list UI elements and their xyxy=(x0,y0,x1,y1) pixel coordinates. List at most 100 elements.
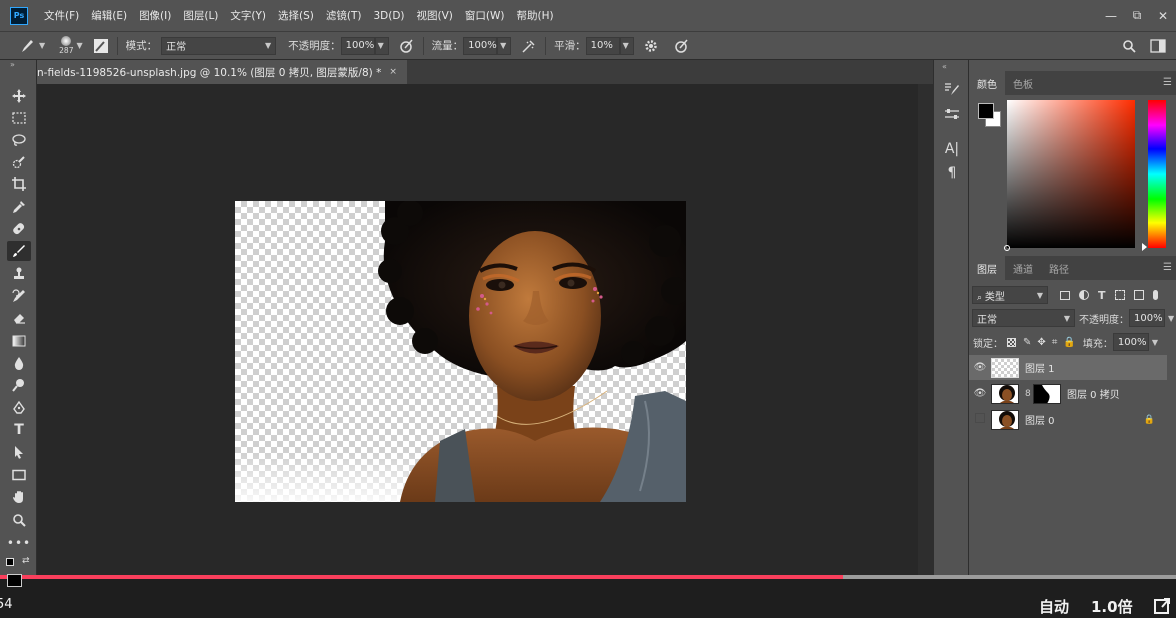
tab-color[interactable]: 颜色 xyxy=(969,71,1005,95)
path-selection-tool-icon[interactable] xyxy=(7,442,31,462)
filter-smart-object-icon[interactable] xyxy=(1133,290,1144,300)
smoothing-input[interactable]: 10% xyxy=(585,36,620,55)
eraser-tool-icon[interactable] xyxy=(7,308,31,328)
eye-icon[interactable]: 👁 xyxy=(969,362,991,373)
menu-select[interactable]: 选择(S) xyxy=(272,8,320,23)
gradient-tool-icon[interactable] xyxy=(7,331,31,351)
rectangle-tool-icon[interactable] xyxy=(7,465,31,485)
hue-slider[interactable] xyxy=(1148,100,1166,248)
smoothing-dropdown[interactable]: ▼ xyxy=(619,36,634,55)
eyedropper-tool-icon[interactable] xyxy=(7,197,31,217)
menu-window[interactable]: 窗口(W) xyxy=(459,8,511,23)
flow-input[interactable]: 100% xyxy=(463,36,498,55)
flow-dropdown[interactable]: ▼ xyxy=(497,36,512,55)
filter-toggle-icon[interactable] xyxy=(1152,290,1158,300)
close-tab-icon[interactable]: × xyxy=(389,67,397,77)
layer-opacity-input[interactable]: 100% xyxy=(1129,309,1165,327)
toolbar-collapse-icon[interactable]: » xyxy=(10,60,15,69)
menu-file[interactable]: 文件(F) xyxy=(38,8,85,23)
dodge-tool-icon[interactable] xyxy=(7,375,31,395)
filter-pixel-icon[interactable] xyxy=(1060,290,1070,300)
close-button[interactable]: ✕ xyxy=(1150,9,1176,23)
document-canvas[interactable] xyxy=(235,201,686,502)
strip-collapse-icon[interactable]: « xyxy=(942,62,947,71)
panel-menu-icon[interactable]: ☰ xyxy=(1163,77,1172,88)
quick-selection-tool-icon[interactable] xyxy=(7,152,31,172)
history-panel-icon[interactable] xyxy=(943,80,961,98)
speed-button[interactable]: 1.0倍 xyxy=(1091,596,1133,617)
lock-artboard-icon[interactable]: ⌗ xyxy=(1052,337,1058,348)
adjustments-panel-icon[interactable] xyxy=(943,105,961,123)
layer-mask-thumbnail[interactable] xyxy=(1033,383,1061,404)
gear-icon[interactable] xyxy=(644,39,658,53)
menu-layer[interactable]: 图层(L) xyxy=(177,8,224,23)
type-tool-icon[interactable]: T xyxy=(7,420,31,440)
crop-tool-icon[interactable] xyxy=(7,174,31,194)
history-brush-tool-icon[interactable] xyxy=(7,286,31,306)
menu-view[interactable]: 视图(V) xyxy=(411,8,459,23)
quality-button[interactable]: 自动 xyxy=(1039,596,1069,617)
document-tab[interactable]: n-fields-1198526-unsplash.jpg @ 10.1% (图… xyxy=(37,60,407,84)
filter-shape-icon[interactable] xyxy=(1114,290,1125,300)
eye-icon[interactable]: 👁 xyxy=(969,388,991,399)
foreground-color-swatch[interactable] xyxy=(978,103,994,119)
canvas-area[interactable] xyxy=(37,84,918,575)
minimize-button[interactable]: — xyxy=(1098,9,1124,23)
menu-image[interactable]: 图像(I) xyxy=(133,8,177,23)
lasso-tool-icon[interactable] xyxy=(7,130,31,150)
menu-help[interactable]: 帮助(H) xyxy=(511,8,560,23)
vertical-scrollbar[interactable] xyxy=(918,84,933,575)
default-colors-icon[interactable] xyxy=(6,558,14,566)
foreground-color-swatch[interactable] xyxy=(7,574,22,587)
layer-name[interactable]: 图层 1 xyxy=(1025,360,1055,375)
tab-swatches[interactable]: 色板 xyxy=(1005,71,1041,95)
zoom-tool-icon[interactable] xyxy=(7,510,31,530)
lock-transparency-icon[interactable] xyxy=(1007,337,1016,347)
visibility-toggle[interactable] xyxy=(969,413,991,426)
move-tool-icon[interactable] xyxy=(7,86,31,106)
pressure-opacity-icon[interactable] xyxy=(399,38,415,54)
chevron-down-icon[interactable]: ▼ xyxy=(76,41,82,50)
filter-adjustment-icon[interactable] xyxy=(1079,290,1089,300)
brush-tool-icon[interactable] xyxy=(7,241,31,261)
lock-pixels-icon[interactable]: ✎ xyxy=(1023,337,1031,348)
search-icon[interactable] xyxy=(1122,39,1136,53)
hand-tool-icon[interactable] xyxy=(7,487,31,507)
lock-position-icon[interactable]: ✥ xyxy=(1037,337,1045,348)
layer-row[interactable]: 👁 图层 1 xyxy=(969,355,1167,380)
blend-mode-select[interactable]: 正常 ▼ xyxy=(972,309,1075,327)
lock-all-icon[interactable]: 🔒 xyxy=(1063,337,1075,348)
more-tools-icon[interactable]: ••• xyxy=(7,533,31,553)
tab-layers[interactable]: 图层 xyxy=(969,256,1005,280)
hue-slider-handle[interactable] xyxy=(1142,243,1147,251)
filter-type-icon[interactable]: T xyxy=(1098,289,1106,302)
airbrush-icon[interactable] xyxy=(521,38,537,54)
chevron-down-icon[interactable]: ▼ xyxy=(1168,314,1174,323)
workspace-icon[interactable] xyxy=(1150,38,1166,53)
marquee-tool-icon[interactable] xyxy=(7,108,31,128)
healing-brush-tool-icon[interactable] xyxy=(7,219,31,239)
swap-colors-icon[interactable]: ⇄ xyxy=(22,556,30,566)
fill-input[interactable]: 100% xyxy=(1112,333,1149,351)
pen-tool-icon[interactable] xyxy=(7,398,31,418)
brush-settings-icon[interactable] xyxy=(93,38,109,54)
clone-stamp-tool-icon[interactable] xyxy=(7,264,31,284)
layer-name[interactable]: 图层 0 拷贝 xyxy=(1067,386,1120,401)
opacity-dropdown[interactable]: ▼ xyxy=(374,36,389,55)
color-picker-field[interactable] xyxy=(1004,100,1135,251)
menu-3d[interactable]: 3D(D) xyxy=(367,10,410,22)
tab-channels[interactable]: 通道 xyxy=(1005,256,1041,280)
video-progress-track[interactable] xyxy=(0,575,1176,579)
fullscreen-icon[interactable] xyxy=(1153,597,1171,618)
menu-filter[interactable]: 滤镜(T) xyxy=(320,8,368,23)
chevron-down-icon[interactable]: ▼ xyxy=(39,41,45,50)
layer-row[interactable]: 图层 0 🔒 xyxy=(969,407,1167,432)
pressure-size-icon[interactable] xyxy=(674,38,690,54)
brush-picker[interactable]: 287 xyxy=(59,36,73,55)
tab-paths[interactable]: 路径 xyxy=(1041,256,1077,280)
opacity-input[interactable]: 100% xyxy=(340,36,375,55)
chevron-down-icon[interactable]: ▼ xyxy=(1152,338,1158,347)
mask-link-icon[interactable]: 8 xyxy=(1025,389,1031,399)
blur-tool-icon[interactable] xyxy=(7,353,31,373)
menu-edit[interactable]: 编辑(E) xyxy=(85,8,133,23)
